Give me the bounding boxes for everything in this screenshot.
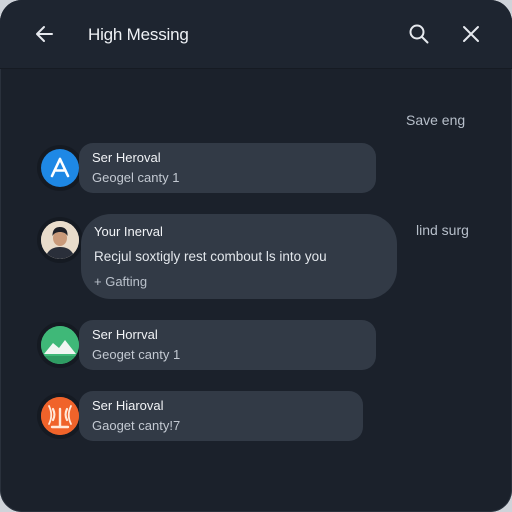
status-label: Save eng xyxy=(406,112,466,128)
sender-name: Ser Horrval xyxy=(92,327,158,342)
mountain-icon xyxy=(41,326,79,364)
antenna-icon xyxy=(41,397,79,435)
sender-name: Your Inerval xyxy=(94,224,163,239)
status-label: lind surg xyxy=(416,222,469,238)
back-button[interactable] xyxy=(29,18,61,50)
search-button[interactable] xyxy=(403,18,435,50)
app-store-icon xyxy=(50,157,70,178)
sender-name: Ser Hiaroval xyxy=(92,398,164,413)
message-preview: Gaoget canty!7 xyxy=(92,418,181,433)
message-bubble[interactable]: Ser Horrval Geoget canty 1 xyxy=(79,320,376,370)
message-bubble[interactable]: Your Inerval Recjul soxtigly rest combou… xyxy=(81,214,397,299)
message-list: Save eng lind surg Ser Heroval Geogel ca… xyxy=(0,69,512,512)
message-preview: Geoget canty 1 xyxy=(92,347,181,362)
message-footer: + Gafting xyxy=(94,274,148,289)
avatar[interactable] xyxy=(41,397,79,435)
arrow-left-icon xyxy=(36,26,53,42)
person-photo-avatar xyxy=(41,221,79,259)
page-title: High Messing xyxy=(88,25,189,44)
sender-name: Ser Heroval xyxy=(92,150,161,165)
avatar[interactable] xyxy=(41,149,79,187)
message-text: Recjul soxtigly rest combout ls into you xyxy=(94,249,327,264)
message-bubble[interactable]: Ser Hiaroval Gaoget canty!7 xyxy=(79,391,363,441)
avatar[interactable] xyxy=(41,221,79,259)
message-preview: Geogel canty 1 xyxy=(92,170,180,185)
close-button[interactable] xyxy=(455,18,487,50)
search-icon xyxy=(409,24,429,44)
message-bubble[interactable]: Ser Heroval Geogel canty 1 xyxy=(79,143,376,193)
app-window: High Messing Save eng lind surg Ser Hero xyxy=(0,0,512,512)
top-bar: High Messing xyxy=(0,0,512,69)
avatar[interactable] xyxy=(41,326,79,364)
close-icon xyxy=(463,26,479,42)
